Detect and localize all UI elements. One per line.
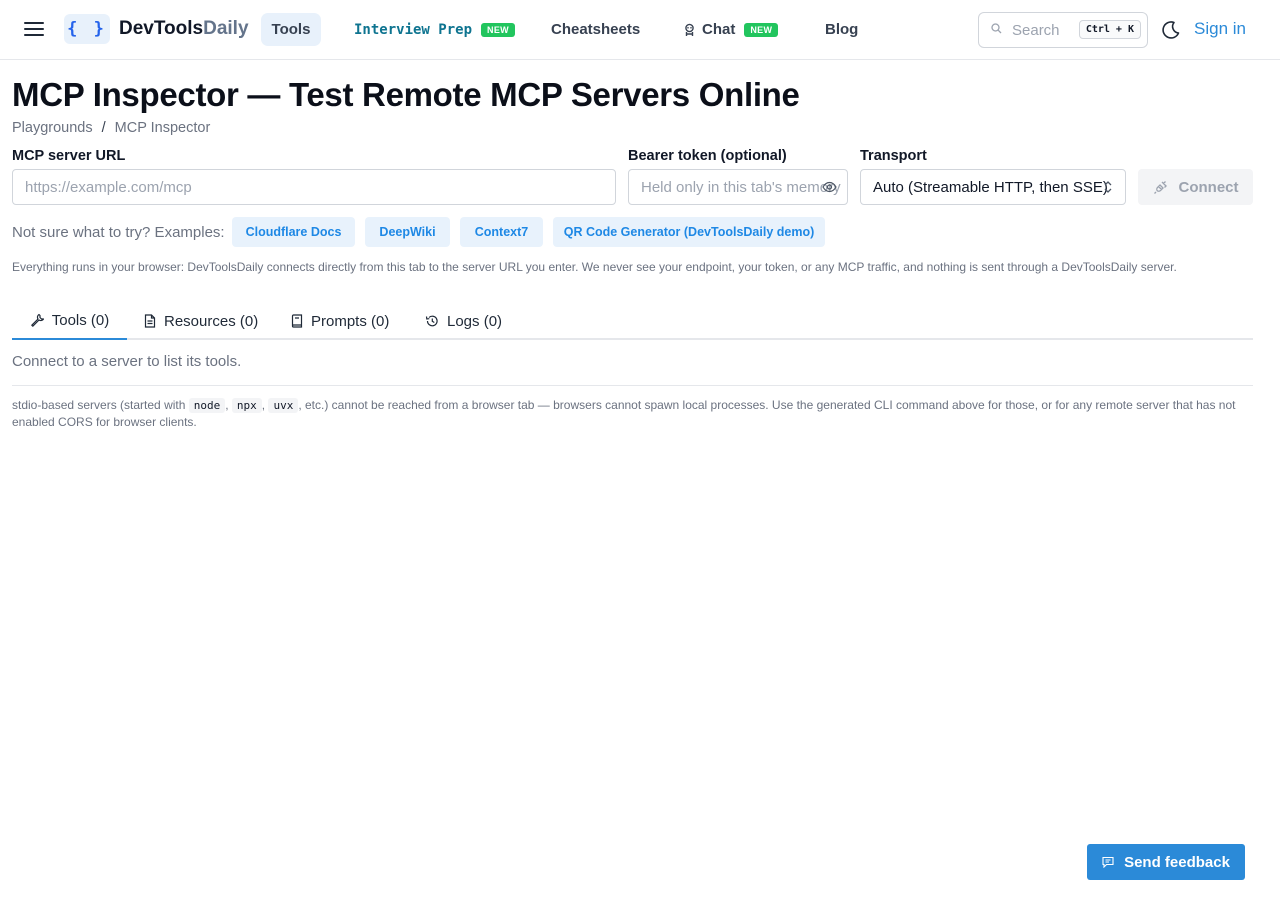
breadcrumb-separator: / xyxy=(101,120,106,136)
examples-label: Not sure what to try? Examples: xyxy=(12,224,225,241)
stdio-note-prefix: stdio-based servers (started with xyxy=(12,398,189,412)
transport-select[interactable]: Auto (Streamable HTTP, then SSE) xyxy=(860,169,1126,205)
code-npx: npx xyxy=(231,398,262,413)
bearer-token-input[interactable]: Held only in this tab's memory xyxy=(628,169,848,205)
example-chip-cloudflare-docs[interactable]: Cloudflare Docs xyxy=(232,217,355,247)
tab-logs[interactable]: Logs (0) xyxy=(425,302,502,340)
new-badge: NEW xyxy=(481,22,515,37)
eye-icon[interactable] xyxy=(822,180,837,198)
nav-tools[interactable]: Tools xyxy=(261,13,321,46)
stdio-note: stdio-based servers (started with node, … xyxy=(12,397,1254,431)
token-placeholder: Held only in this tab's memory xyxy=(641,178,841,196)
history-icon xyxy=(425,314,439,328)
chevron-updown-icon xyxy=(1103,180,1113,198)
tools-empty-message: Connect to a server to list its tools. xyxy=(12,353,242,370)
book-icon xyxy=(291,314,303,328)
logo-secondary: Daily xyxy=(203,18,249,39)
plug-icon xyxy=(1153,179,1169,195)
search-shortcut: Ctrl + K xyxy=(1078,20,1141,39)
new-badge: NEW xyxy=(744,22,779,37)
tab-logs-label: Logs (0) xyxy=(447,312,503,330)
divider xyxy=(12,385,1253,386)
tab-prompts[interactable]: Prompts (0) xyxy=(291,302,389,340)
code-uvx: uvx xyxy=(268,398,299,413)
nav-chat[interactable]: Chat NEW xyxy=(683,13,779,46)
nav-interview-prep-label: Interview Prep xyxy=(354,21,473,38)
breadcrumb-current: MCP Inspector xyxy=(114,120,211,136)
code-node: node xyxy=(188,398,226,413)
tab-resources[interactable]: Resources (0) xyxy=(144,302,258,340)
search-icon xyxy=(991,21,1002,39)
menu-icon[interactable] xyxy=(24,20,44,38)
robot-icon xyxy=(683,23,696,37)
stdio-note-separator: , xyxy=(225,398,232,412)
tab-tools-label: Tools (0) xyxy=(51,311,110,329)
page-title: MCP Inspector — Test Remote MCP Servers … xyxy=(12,76,800,113)
send-feedback-label: Send feedback xyxy=(1124,853,1230,871)
example-chip-deepwiki[interactable]: DeepWiki xyxy=(365,217,450,247)
nav-interview-prep[interactable]: Interview Prep NEW xyxy=(354,13,515,46)
tab-prompts-label: Prompts (0) xyxy=(311,312,390,330)
tab-tools[interactable]: Tools (0) xyxy=(12,302,127,340)
moon-icon[interactable] xyxy=(1160,19,1182,41)
wrench-icon xyxy=(30,313,44,327)
example-chip-context7[interactable]: Context7 xyxy=(460,217,543,247)
server-url-input[interactable]: https://example.com/mcp xyxy=(12,169,616,205)
nav-cheatsheets[interactable]: Cheatsheets xyxy=(551,13,640,46)
document-icon xyxy=(144,314,156,328)
connect-label: Connect xyxy=(1178,178,1239,196)
url-label: MCP server URL xyxy=(12,148,126,164)
tab-resources-label: Resources (0) xyxy=(164,312,259,330)
search-box[interactable]: Search Ctrl + K xyxy=(978,12,1148,48)
logo-icon[interactable]: { } xyxy=(64,14,110,44)
breadcrumb-playgrounds[interactable]: Playgrounds xyxy=(12,120,93,136)
transport-value: Auto (Streamable HTTP, then SSE) xyxy=(873,178,1108,196)
logo-wordmark[interactable]: DevToolsDaily xyxy=(119,18,249,40)
connect-button[interactable]: Connect xyxy=(1138,169,1253,205)
message-icon xyxy=(1102,856,1114,868)
transport-label: Transport xyxy=(860,148,927,164)
nav-chat-label: Chat xyxy=(702,21,736,38)
nav-blog[interactable]: Blog xyxy=(825,13,858,46)
send-feedback-button[interactable]: Send feedback xyxy=(1087,844,1245,880)
token-label: Bearer token (optional) xyxy=(628,148,787,164)
example-chip-qr-code-generator[interactable]: QR Code Generator (DevToolsDaily demo) xyxy=(553,217,825,247)
search-placeholder: Search xyxy=(1012,21,1060,39)
breadcrumb: Playgrounds / MCP Inspector xyxy=(12,120,210,136)
privacy-notice: Everything runs in your browser: DevTool… xyxy=(12,260,1177,274)
logo-primary: DevTools xyxy=(119,18,204,39)
sign-in-link[interactable]: Sign in xyxy=(1194,19,1246,39)
top-header: { } DevToolsDaily Tools Interview Prep N… xyxy=(0,0,1280,60)
inspector-tabs: Tools (0) Resources (0) Prompts (0) Logs… xyxy=(12,302,1253,340)
